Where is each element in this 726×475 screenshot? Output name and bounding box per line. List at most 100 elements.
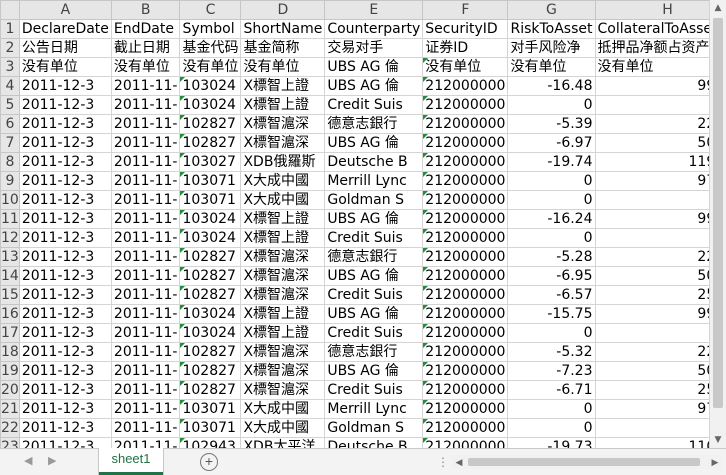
horizontal-scrollbar[interactable]: ◀ ▶ xyxy=(452,455,722,469)
cell-h[interactable]: 0 xyxy=(595,191,726,210)
cell-g[interactable]: 没有单位 xyxy=(508,58,595,77)
cell-c[interactable]: Symbol xyxy=(180,20,241,39)
cell-h[interactable]: 50.45 xyxy=(595,362,726,381)
cell-e[interactable]: 交易对手 xyxy=(325,39,423,58)
row-header[interactable]: 3 xyxy=(1,58,20,77)
cell-a[interactable]: 2011-12-3 xyxy=(19,134,111,153)
row-header[interactable]: 18 xyxy=(1,343,20,362)
cell-a[interactable]: 2011-12-3 xyxy=(19,96,111,115)
cell-h[interactable]: 50.45 xyxy=(595,267,726,286)
cell-f[interactable]: 212000000 xyxy=(423,267,508,286)
cell-g[interactable]: -6.71 xyxy=(508,381,595,400)
cell-g[interactable]: -5.32 xyxy=(508,343,595,362)
cell-c[interactable]: 103071 xyxy=(180,419,241,438)
cell-b[interactable]: EndDate xyxy=(111,20,180,39)
cell-e[interactable]: Counterparty xyxy=(325,20,423,39)
row-header[interactable]: 21 xyxy=(1,400,20,419)
row-header[interactable]: 2 xyxy=(1,39,20,58)
cell-g[interactable]: 0 xyxy=(508,229,595,248)
cell-d[interactable]: 没有单位 xyxy=(241,58,325,77)
cell-f[interactable]: 212000000 xyxy=(423,248,508,267)
cell-e[interactable]: Credit Suis xyxy=(325,286,423,305)
cell-f[interactable]: 没有单位 xyxy=(423,58,508,77)
cell-e[interactable]: UBS AG 倫 xyxy=(325,58,423,77)
row-header[interactable]: 19 xyxy=(1,362,20,381)
row-header[interactable]: 22 xyxy=(1,419,20,438)
cell-g[interactable]: -5.28 xyxy=(508,248,595,267)
cell-a[interactable]: 2011-12-3 xyxy=(19,210,111,229)
cell-a[interactable]: 2011-12-3 xyxy=(19,362,111,381)
cell-a[interactable]: 2011-12-3 xyxy=(19,248,111,267)
cell-f[interactable]: 212000000 xyxy=(423,77,508,96)
cell-h[interactable]: 0 xyxy=(595,419,726,438)
cell-b[interactable]: 没有单位 xyxy=(111,58,180,77)
row-header[interactable]: 4 xyxy=(1,77,20,96)
column-header-b[interactable]: B xyxy=(111,1,180,20)
cell-g[interactable]: -19.74 xyxy=(508,153,595,172)
horizontal-scroll-thumb[interactable] xyxy=(468,458,700,466)
cell-f[interactable]: 212000000 xyxy=(423,153,508,172)
column-header-h[interactable]: H xyxy=(595,1,726,20)
cell-h[interactable]: 25.96 xyxy=(595,381,726,400)
cell-a[interactable]: 2011-12-3 xyxy=(19,305,111,324)
row-header[interactable]: 1 xyxy=(1,20,20,39)
cell-d[interactable]: ShortName xyxy=(241,20,325,39)
cell-h[interactable]: 0 xyxy=(595,96,726,115)
sheet-tab-sheet1[interactable]: sheet1 xyxy=(99,448,163,475)
cell-e[interactable]: Merrill Lync xyxy=(325,172,423,191)
cell-h[interactable]: 抵押品净额占资产比率 xyxy=(595,39,726,58)
cell-d[interactable]: X標智上證 xyxy=(241,305,325,324)
row-header[interactable]: 9 xyxy=(1,172,20,191)
row-header[interactable]: 17 xyxy=(1,324,20,343)
cell-g[interactable]: 0 xyxy=(508,324,595,343)
cell-c[interactable]: 102827 xyxy=(180,134,241,153)
cell-d[interactable]: X標智滬深 xyxy=(241,134,325,153)
triangle-right-icon[interactable]: ▶ xyxy=(48,454,56,467)
cell-d[interactable]: X大成中國 xyxy=(241,400,325,419)
cell-g[interactable]: 0 xyxy=(508,400,595,419)
cell-c[interactable]: 没有单位 xyxy=(180,58,241,77)
row-header[interactable]: 7 xyxy=(1,134,20,153)
cell-g[interactable]: -16.48 xyxy=(508,77,595,96)
cell-g[interactable]: RiskToAsset xyxy=(508,20,595,39)
cell-b[interactable]: 2011-11- xyxy=(111,362,180,381)
cell-c[interactable]: 基金代码 xyxy=(180,39,241,58)
cell-h[interactable]: 97.62 xyxy=(595,400,726,419)
cell-a[interactable]: 没有单位 xyxy=(19,58,111,77)
cell-f[interactable]: 212000000 xyxy=(423,229,508,248)
cell-c[interactable]: 103024 xyxy=(180,305,241,324)
row-header[interactable]: 16 xyxy=(1,305,20,324)
cell-d[interactable]: X標智上證 xyxy=(241,229,325,248)
cell-d[interactable]: X標智滬深 xyxy=(241,381,325,400)
cell-h[interactable]: 0 xyxy=(595,229,726,248)
cell-a[interactable]: 2011-12-3 xyxy=(19,172,111,191)
cell-f[interactable]: 212000000 xyxy=(423,343,508,362)
cell-g[interactable]: 0 xyxy=(508,419,595,438)
row-header[interactable]: 12 xyxy=(1,229,20,248)
cell-a[interactable]: 2011-12-3 xyxy=(19,381,111,400)
cell-h[interactable]: 0 xyxy=(595,324,726,343)
cell-g[interactable]: -7.23 xyxy=(508,362,595,381)
cell-c[interactable]: 103024 xyxy=(180,210,241,229)
triangle-left-icon[interactable]: ◀ xyxy=(24,454,32,467)
cell-a[interactable]: 2011-12-3 xyxy=(19,267,111,286)
cell-d[interactable]: X標智滬深 xyxy=(241,343,325,362)
cell-g[interactable]: 对手风险净 xyxy=(508,39,595,58)
row-header[interactable]: 11 xyxy=(1,210,20,229)
cell-h[interactable]: 没有单位 xyxy=(595,58,726,77)
cell-b[interactable]: 2011-11- xyxy=(111,153,180,172)
cell-e[interactable]: UBS AG 倫 xyxy=(325,77,423,96)
cell-h[interactable]: 22.45 xyxy=(595,115,726,134)
cell-d[interactable]: XDB俄羅斯 xyxy=(241,153,325,172)
cell-e[interactable]: UBS AG 倫 xyxy=(325,210,423,229)
cell-d[interactable]: X大成中國 xyxy=(241,419,325,438)
cell-c[interactable]: 103071 xyxy=(180,400,241,419)
cell-d[interactable]: X標智上證 xyxy=(241,210,325,229)
cell-e[interactable]: Credit Suis xyxy=(325,381,423,400)
cell-a[interactable]: 2011-12-3 xyxy=(19,286,111,305)
cell-e[interactable]: Credit Suis xyxy=(325,324,423,343)
cell-c[interactable]: 103024 xyxy=(180,229,241,248)
cell-c[interactable]: 102827 xyxy=(180,286,241,305)
vertical-scroll-thumb[interactable] xyxy=(713,18,723,408)
cell-c[interactable]: 103071 xyxy=(180,172,241,191)
